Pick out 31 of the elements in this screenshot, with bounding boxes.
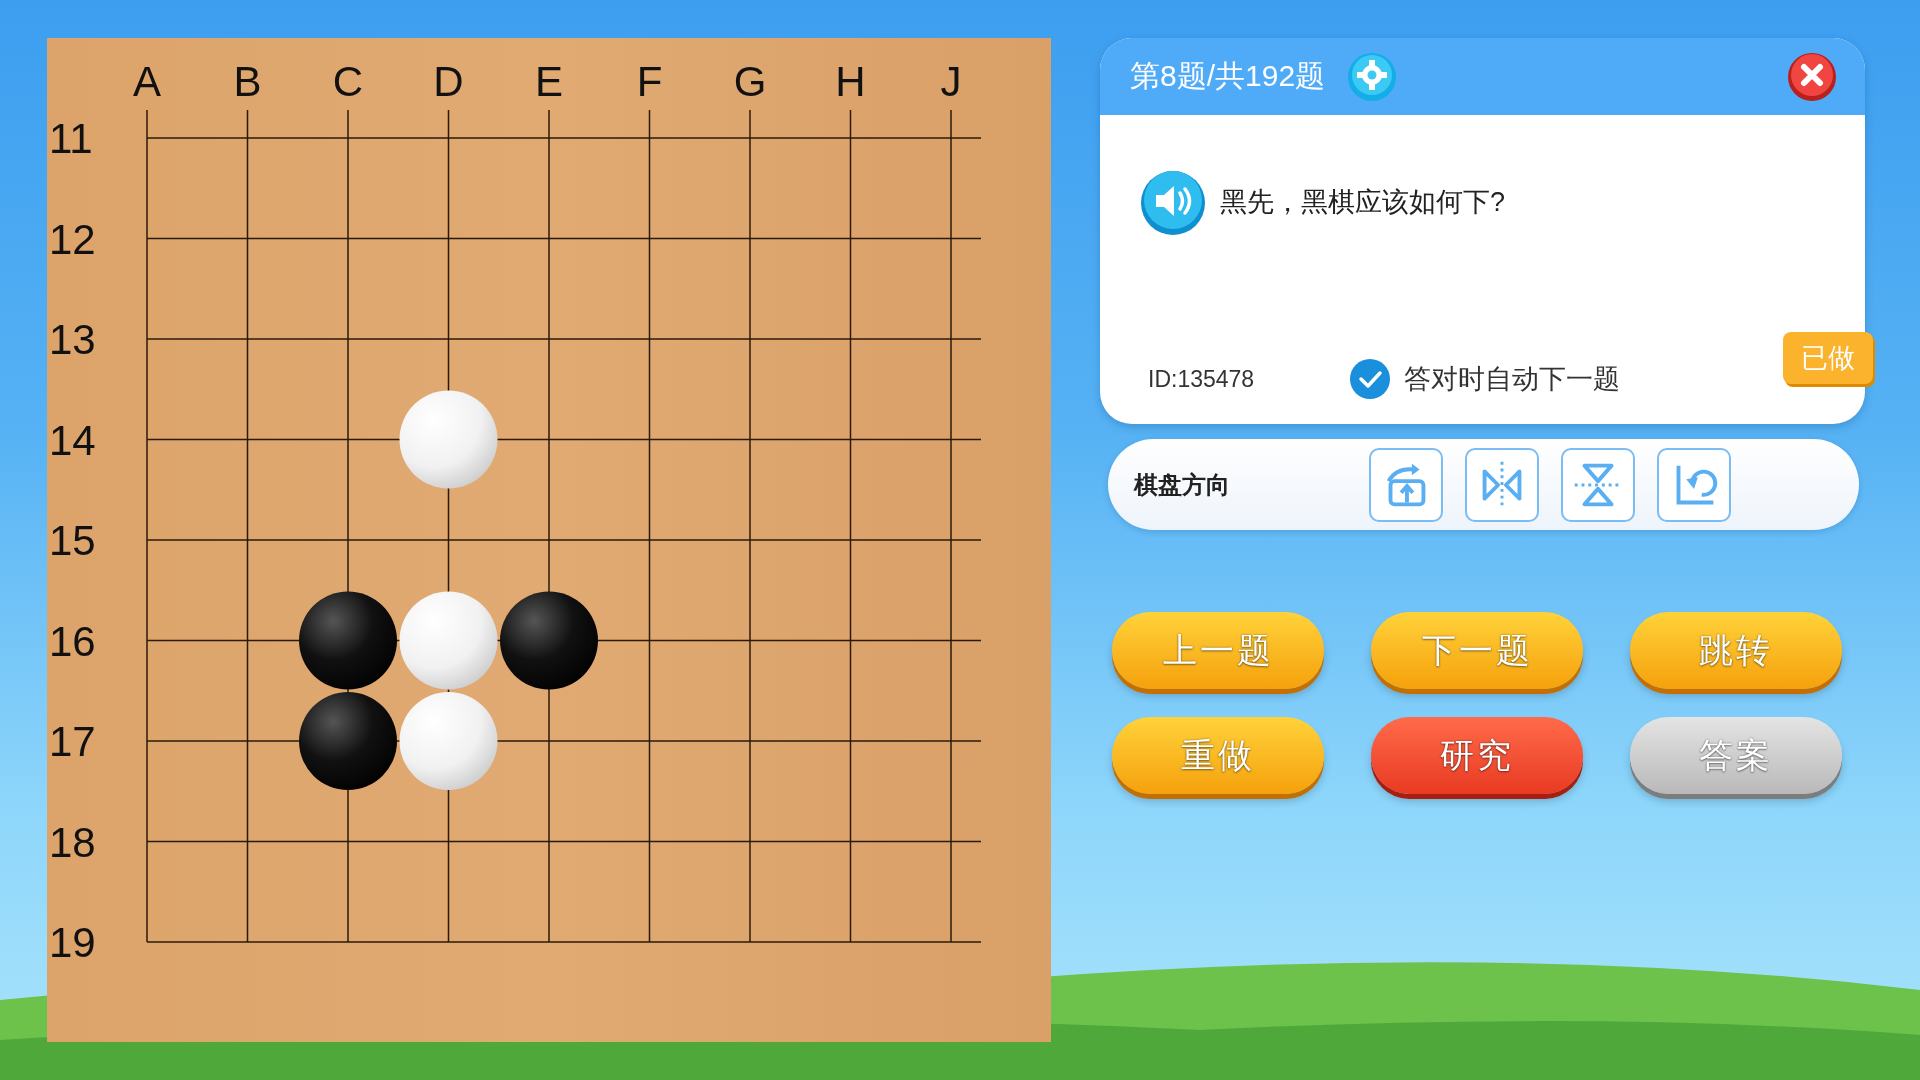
row-label: 18 [49,818,96,866]
question-text: 黑先，黑棋应该如何下? [1220,186,1506,219]
orientation-label: 棋盘方向 [1134,469,1231,500]
column-label: B [233,58,262,105]
problem-counter: 第8题/共192题 [1130,58,1326,94]
auto-next-checkbox[interactable]: 答对时自动下一题 [1350,359,1620,399]
column-label: H [835,58,866,105]
column-label: J [940,58,962,105]
orientation-button[interactable] [1369,447,1443,522]
row-label: 17 [49,718,96,765]
speaker-icon[interactable] [1140,169,1206,235]
problem-id: ID:135478 [1148,365,1256,393]
orientation-button[interactable] [1561,447,1635,522]
status-badge: 已做 [1783,332,1873,384]
orientation-button[interactable] [1657,447,1731,522]
row-label: 13 [49,316,96,363]
row-label: 14 [49,416,96,464]
orientation-button[interactable] [1465,447,1539,522]
row-label: 16 [49,617,96,665]
column-label: F [636,58,663,105]
row-label: 11 [49,115,93,162]
column-label: G [733,58,767,105]
column-label: A [133,58,161,105]
row-label: 15 [49,517,96,564]
column-label: C [332,58,364,105]
column-label: E [535,58,563,105]
row-label: 19 [49,919,96,966]
row-label: 12 [49,215,96,263]
settings-icon[interactable] [1347,51,1398,102]
column-label: D [433,58,464,105]
close-icon[interactable] [1787,51,1837,102]
